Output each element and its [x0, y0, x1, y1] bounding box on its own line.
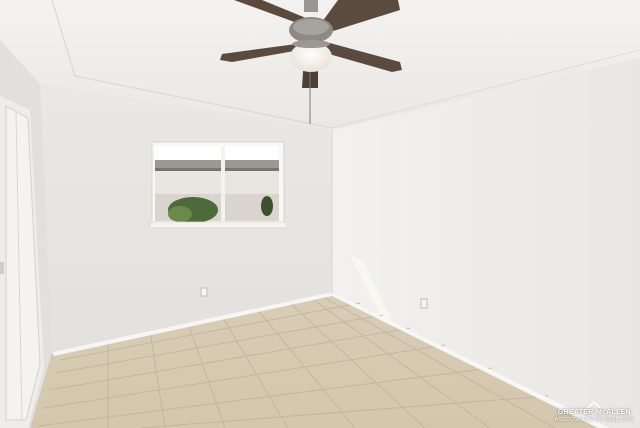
window: [149, 141, 287, 229]
fan-downrod: [304, 0, 318, 12]
watermark-subtitle: ASSOCIATION OF REALTORS: [554, 417, 634, 423]
wall-outlet: [200, 287, 208, 297]
wall-outlet: [420, 298, 428, 309]
window-sill: [149, 221, 287, 229]
room-illustration: [0, 0, 640, 428]
door-pull: [0, 262, 4, 274]
room-photo: GREATER McALLEN ASSOCIATION OF REALTORS: [0, 0, 640, 428]
watermark-title: GREATER McALLEN: [557, 409, 631, 416]
watermark: GREATER McALLEN ASSOCIATION OF REALTORS: [555, 401, 634, 423]
house-roof-icon: [587, 401, 601, 409]
